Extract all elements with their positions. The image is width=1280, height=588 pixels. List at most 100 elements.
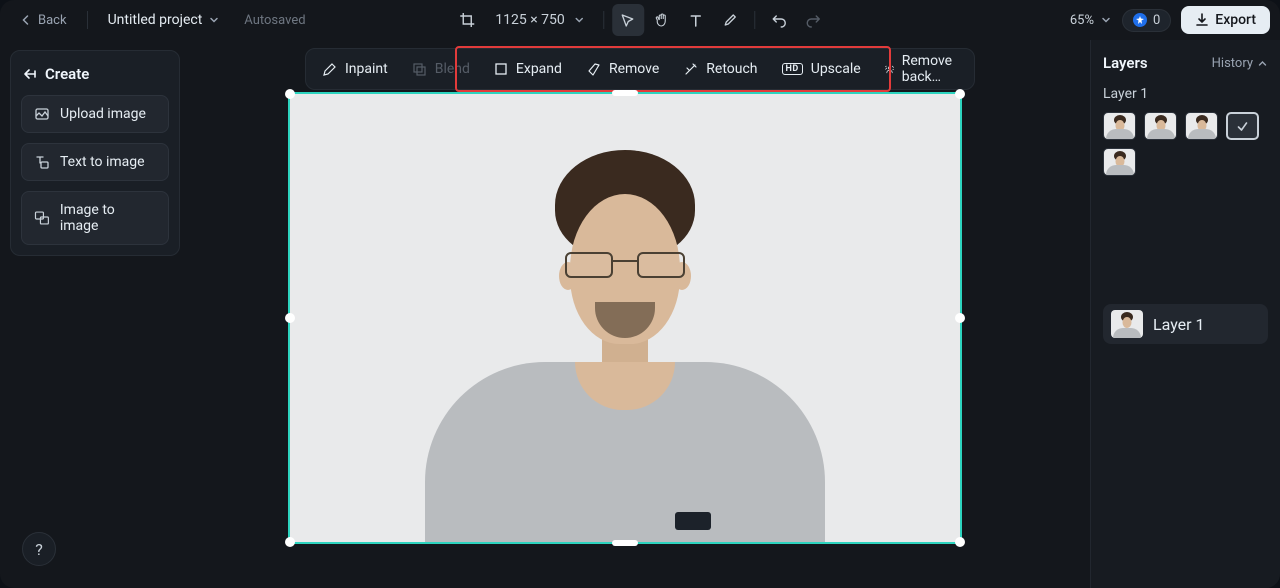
remove-bg-label: Remove back… (902, 53, 958, 85)
autosave-status: Autosaved (244, 13, 305, 28)
top-bar: Back Untitled project Autosaved 1125 × 7… (0, 0, 1280, 40)
remove-bg-button[interactable]: Remove back… (873, 52, 970, 86)
hd-icon: HD (782, 63, 803, 75)
text-tool-icon[interactable] (680, 4, 712, 36)
canvas-dimensions: 1125 × 750 (495, 12, 565, 28)
credits-icon (1133, 13, 1147, 27)
resize-handle-top[interactable] (612, 90, 638, 96)
create-title: Create (45, 65, 89, 83)
ai-toolbar: Inpaint Blend Expand Remove Retouch HD U… (305, 48, 975, 90)
create-arrow-icon (23, 67, 37, 81)
upscale-label: Upscale (811, 61, 861, 77)
separator (603, 11, 604, 29)
portrait-image (290, 94, 960, 542)
variant-thumb-1[interactable] (1103, 112, 1136, 140)
right-panel-header: Layers History (1103, 54, 1268, 72)
expand-button[interactable]: Expand (482, 52, 574, 86)
project-title: Untitled project (108, 12, 203, 28)
blend-label: Blend (435, 61, 470, 77)
layer-thumb (1111, 310, 1143, 338)
expand-label: Expand (516, 61, 562, 77)
remove-icon (586, 62, 601, 77)
upload-image-icon (34, 106, 50, 122)
topbar-right: 65% 0 Export (1070, 6, 1270, 34)
blend-icon (412, 62, 427, 77)
resize-handle-br[interactable] (955, 537, 965, 547)
image-to-image-label: Image to image (60, 202, 156, 234)
retouch-icon (683, 62, 698, 77)
select-tool-icon[interactable] (612, 4, 644, 36)
redo-icon[interactable] (797, 4, 829, 36)
canvas-area[interactable]: Inpaint Blend Expand Remove Retouch HD U… (190, 40, 1090, 588)
resize-handle-ml[interactable] (285, 313, 295, 323)
selected-layer-frame[interactable] (288, 92, 962, 544)
upscale-button[interactable]: HD Upscale (770, 52, 873, 86)
resize-handle-tl[interactable] (285, 89, 295, 99)
inpaint-icon (322, 62, 337, 77)
blend-button[interactable]: Blend (400, 52, 482, 86)
expand-icon (494, 62, 508, 76)
layers-title: Layers (1103, 54, 1148, 72)
help-icon: ? (35, 540, 43, 559)
variant-thumb-selected[interactable] (1226, 112, 1259, 140)
upload-image-label: Upload image (60, 106, 146, 122)
download-icon (1195, 13, 1209, 27)
center-tools: 1125 × 750 (451, 4, 829, 36)
inpaint-label: Inpaint (345, 61, 388, 77)
variant-thumb-5[interactable] (1103, 148, 1136, 176)
resize-handle-bottom[interactable] (612, 540, 638, 546)
remove-label: Remove (609, 61, 659, 77)
export-button[interactable]: Export (1181, 6, 1270, 34)
credits-pill[interactable]: 0 (1122, 9, 1171, 32)
chevron-down-icon (1100, 14, 1112, 26)
chevron-down-icon (573, 14, 585, 26)
back-label: Back (38, 13, 67, 28)
text-to-image-button[interactable]: Text to image (21, 143, 169, 181)
separator (87, 11, 88, 29)
remove-bg-icon (885, 62, 894, 77)
workspace: Create Upload image Text to image Image … (0, 40, 1280, 588)
undo-icon[interactable] (763, 4, 795, 36)
create-card: Create Upload image Text to image Image … (10, 50, 180, 256)
right-panel: Layers History Layer 1 Layer 1 (1090, 40, 1280, 588)
retouch-label: Retouch (706, 61, 757, 77)
help-button[interactable]: ? (22, 532, 56, 566)
remove-button[interactable]: Remove (574, 52, 671, 86)
history-label: History (1212, 56, 1253, 71)
checkmark-icon (1236, 120, 1249, 133)
variant-thumb-2[interactable] (1144, 112, 1177, 140)
retouch-button[interactable]: Retouch (671, 52, 769, 86)
zoom-dropdown[interactable]: 65% (1070, 13, 1112, 28)
text-to-image-icon (34, 154, 50, 170)
image-to-image-button[interactable]: Image to image (21, 191, 169, 245)
create-header: Create (23, 65, 167, 83)
project-title-dropdown[interactable]: Untitled project (98, 8, 231, 32)
left-panel: Create Upload image Text to image Image … (0, 40, 190, 588)
chevron-up-icon (1257, 58, 1268, 69)
layer-item-label: Layer 1 (1153, 315, 1205, 334)
separator (754, 11, 755, 29)
crop-icon[interactable] (451, 4, 483, 36)
variant-thumbnails (1103, 112, 1268, 176)
current-layer-name: Layer 1 (1103, 86, 1268, 102)
resize-handle-tr[interactable] (955, 89, 965, 99)
resize-handle-bl[interactable] (285, 537, 295, 547)
pan-tool-icon[interactable] (646, 4, 678, 36)
inpaint-button[interactable]: Inpaint (310, 52, 400, 86)
back-button[interactable]: Back (10, 9, 77, 32)
credits-value: 0 (1153, 13, 1160, 28)
text-to-image-label: Text to image (60, 154, 145, 170)
canvas-dimensions-dropdown[interactable]: 1125 × 750 (485, 8, 595, 32)
layers-list: Layer 1 (1103, 304, 1268, 344)
history-toggle[interactable]: History (1212, 56, 1268, 71)
image-to-image-icon (34, 210, 50, 226)
brush-tool-icon[interactable] (714, 4, 746, 36)
zoom-value: 65% (1070, 13, 1094, 28)
layer-item-1[interactable]: Layer 1 (1103, 304, 1268, 344)
variant-thumb-3[interactable] (1185, 112, 1218, 140)
chevron-left-icon (20, 14, 32, 26)
upload-image-button[interactable]: Upload image (21, 95, 169, 133)
resize-handle-mr[interactable] (955, 313, 965, 323)
chevron-down-icon (208, 14, 220, 26)
export-label: Export (1215, 12, 1256, 28)
